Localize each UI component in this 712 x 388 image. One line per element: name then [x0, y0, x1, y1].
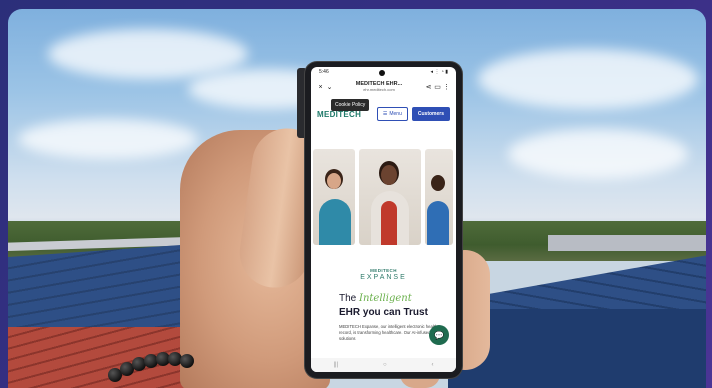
hero-image-3 — [425, 149, 453, 245]
brand-expanse: EXPANSE — [360, 274, 407, 281]
hero-body-text: MEDITECH Expanse, our intelligent electr… — [339, 324, 438, 341]
android-nav-bar: ||| ○ ‹ — [311, 358, 456, 372]
headline-prefix: The — [339, 293, 360, 304]
chat-icon[interactable]: 💬 — [429, 325, 449, 345]
bead-bracelet — [104, 340, 204, 388]
back-icon[interactable]: ‹ — [432, 362, 434, 368]
hero-carousel — [311, 149, 456, 249]
chevron-down-icon[interactable]: ⌄ — [325, 83, 334, 91]
share-icon[interactable]: ⋖ — [424, 83, 433, 91]
hero-image-1 — [313, 149, 355, 245]
camera-icon — [379, 70, 385, 76]
headline-highlight: Intelligent — [359, 293, 412, 304]
more-icon[interactable]: ⋮ — [442, 83, 451, 91]
hero-image-2 — [359, 149, 421, 245]
address-bar[interactable]: MEDITECH EHR... ehr.meditech.com — [334, 81, 424, 93]
menu-button[interactable]: ☰ Menu — [376, 107, 408, 121]
stadium-roof-right — [548, 235, 706, 251]
status-time: 5:46 — [319, 69, 329, 75]
menu-label: Menu — [389, 111, 402, 117]
home-icon[interactable]: ○ — [383, 362, 387, 368]
cookie-policy-tooltip: Cookie Policy — [331, 99, 370, 111]
page-url: ehr.meditech.com — [363, 87, 395, 92]
recent-apps-icon[interactable]: ||| — [333, 362, 338, 368]
status-icons: ◂ ⋮ ◔ ▮ — [430, 69, 448, 75]
hamburger-icon: ☰ — [382, 111, 388, 117]
close-icon[interactable]: × — [316, 84, 325, 91]
brand-meditech: MEDITECH — [370, 268, 397, 273]
customers-button[interactable]: Customers — [411, 107, 450, 121]
headline-line-2: EHR you can Trust — [339, 307, 428, 318]
headline-line-1: The Intelligent — [339, 293, 412, 304]
phone-screen: 5:46 ◂ ⋮ ◔ ▮ × ⌄ MEDITECH EHR... ehr.med… — [311, 67, 456, 372]
browser-bar: × ⌄ MEDITECH EHR... ehr.meditech.com ⋖ ▭… — [311, 78, 456, 96]
bookmark-icon[interactable]: ▭ — [433, 83, 442, 91]
